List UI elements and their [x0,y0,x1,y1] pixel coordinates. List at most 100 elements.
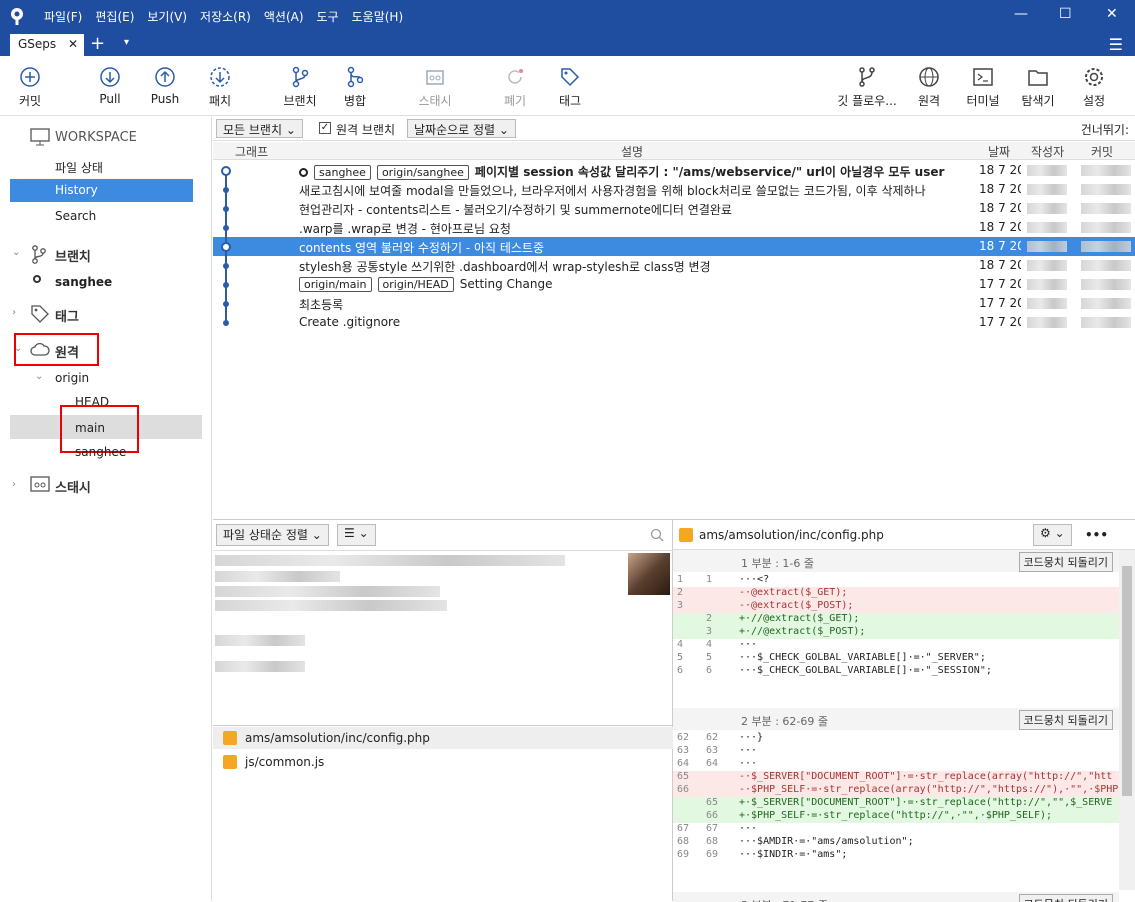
close-button[interactable]: ✕ [1106,6,1118,22]
commit-row[interactable]: 최초등록 17 7 20 [213,294,1135,313]
commit-row[interactable]: contents 영역 불러와 수정하기 - 아직 테스트중 18 7 20 [213,237,1135,256]
remote-button[interactable]: 원격 [899,66,959,109]
diff-options-gear-icon[interactable]: ⚙ ⌄ [1033,524,1072,546]
tags-heading[interactable]: 태그 [55,306,79,325]
old-line-number: 65 [677,771,690,782]
maximize-button[interactable]: ☐ [1059,6,1072,22]
settings-button[interactable]: 설정 [1064,66,1124,109]
file-item[interactable]: js/common.js [213,751,673,773]
head-marker-icon [299,168,308,177]
branches-chevron-icon[interactable]: ⌄ [12,247,20,258]
diff-line-code: +·$_SERVER["DOCUMENT_ROOT"]·=·str_replac… [739,797,1113,808]
tab-close-icon[interactable]: ✕ [68,37,78,51]
commit-row[interactable]: 현업관리자 - contents리스트 - 불러오기/수정하기 및 summer… [213,199,1135,218]
file-item[interactable]: ams/amsolution/inc/config.php [213,727,673,749]
branches-heading[interactable]: 브랜치 [55,246,91,265]
new-tab-button[interactable]: + [90,33,105,54]
fetch-button[interactable]: 패치 [190,66,250,109]
commit-row[interactable]: Create .gitignore 17 7 20 [213,313,1135,332]
highlight-box-remotes [14,333,99,366]
diff-line: 4 4 ··· [673,639,1119,652]
minimize-button[interactable]: — [1014,6,1028,22]
push-button[interactable]: Push [135,66,195,106]
menu-edit[interactable]: 편집(E) [95,8,134,25]
modified-file-icon [223,755,237,769]
merge-button[interactable]: 병합 [325,66,385,109]
branch-button[interactable]: 브랜치 [270,66,330,109]
commit-row[interactable]: sanghee origin/sanghee 페이지별 session 속성값 달리… [213,161,1135,180]
commit-row[interactable]: origin/main origin/HEAD Setting Change 17 7… [213,275,1135,294]
new-line-number: 5 [706,652,713,663]
more-options-icon[interactable]: ••• [1085,528,1108,542]
col-graph[interactable]: 그래프 [235,143,268,160]
col-author[interactable]: 작성자 [1031,143,1064,160]
avatar [628,553,670,595]
vertical-scrollbar[interactable] [1119,550,1135,890]
sidebar-item-history[interactable]: History [10,179,193,202]
sidebar-item-file-status[interactable]: 파일 상태 [55,159,103,176]
view-mode-dropdown[interactable]: ☰ ⌄ [337,524,376,546]
col-date[interactable]: 날짜 [988,143,1010,160]
diff-line-code: ···<? [739,574,770,585]
terminal-button[interactable]: 터미널 [953,66,1013,109]
tag-button[interactable]: 태그 [540,66,600,109]
new-line-number: 4 [706,639,713,650]
file-sort-dropdown[interactable]: 파일 상태순 정렬 ⌄ [216,524,329,546]
discard-button[interactable]: 폐기 [485,66,545,109]
explorer-button[interactable]: 탐색기 [1008,66,1068,109]
hamburger-menu-icon[interactable]: ☰ [1109,35,1123,54]
sort-dropdown[interactable]: 날짜순으로 정렬 ⌄ [407,119,516,138]
tags-chevron-icon[interactable]: › [12,307,16,318]
sidebar-item-branch-sanghee[interactable]: sanghee [55,275,112,289]
commit-description: 새로고침시에 보여줄 modal을 만들었으나, 브라우저에서 사용자경험을 위… [299,182,965,199]
menu-action[interactable]: 액션(A) [264,8,304,25]
col-desc[interactable]: 설명 [621,143,643,160]
menu-help[interactable]: 도움말(H) [352,8,404,25]
revert-hunk-button[interactable]: 코드뭉치 되돌리기 [1018,552,1113,572]
redacted-value [1081,222,1131,233]
branch-badge[interactable]: origin/main [299,277,372,292]
revert-hunk-button[interactable]: 코드뭉치 되돌리기 [1018,710,1113,730]
old-line-number: 1 [677,574,684,585]
remote-branch-label: 원격 브랜치 [336,123,396,137]
diff-line: 2 -·@extract($_GET); [673,587,1119,600]
discard-icon [508,69,523,84]
branches-filter-dropdown[interactable]: 모든 브랜치 ⌄ [216,119,303,138]
redacted-value [1027,279,1067,290]
search-icon[interactable] [650,528,664,542]
commit-row[interactable]: stylesh용 공통style 쓰기위한 .dashboard에서 wrap-… [213,256,1135,275]
branch-badge[interactable]: sanghee [314,165,371,180]
stash-button[interactable]: 스태시 [405,66,465,109]
branch-badge[interactable]: origin/HEAD [377,277,454,292]
stashes-heading[interactable]: 스태시 [55,477,91,496]
col-commit[interactable]: 커밋 [1091,143,1113,160]
sidebar-item-origin[interactable]: origin [55,371,89,385]
branch-badge[interactable]: origin/sanghee [376,165,469,180]
scrollbar-thumb[interactable] [1122,566,1132,796]
commit-description: Create .gitignore [299,315,965,329]
pull-button[interactable]: Pull [80,66,140,106]
commit-description: contents 영역 불러와 수정하기 - 아직 테스트중 [299,239,965,256]
commit-row[interactable]: 새로고침시에 보여줄 modal을 만들었으나, 브라우저에서 사용자경험을 위… [213,180,1135,199]
menu-view[interactable]: 보기(V) [147,8,187,25]
sidebar-item-search[interactable]: Search [55,209,96,223]
diff-line: 63 63 ··· [673,745,1119,758]
sidebar-item-remote-sanghee[interactable]: sanghee [75,445,126,459]
tab-dropdown-icon[interactable]: ▾ [124,37,129,48]
graph-node-head[interactable] [221,166,231,176]
tab-gseps[interactable]: GSeps ✕ [10,34,84,56]
remote-branch-checkbox[interactable]: ✓ [319,122,331,134]
origin-chevron-icon[interactable]: ⌄ [35,371,43,382]
gitflow-button[interactable]: 깃 플로우... [832,66,902,109]
menu-file[interactable]: 파일(F) [44,8,82,25]
commit-row[interactable]: .warp를 .wrap로 변경 - 현아프로님 요청 18 7 20 [213,218,1135,237]
menu-tools[interactable]: 도구 [317,8,339,25]
commit-date: 18 7 20 [979,239,1021,253]
menu-repository[interactable]: 저장소(R) [200,8,251,25]
old-line-number: 2 [677,587,684,598]
files-divider [213,725,673,726]
commit-button[interactable]: 커밋 [0,66,60,109]
new-line-number: 2 [706,613,713,624]
stashes-chevron-icon[interactable]: › [12,479,16,490]
diff-line: 65 -·$_SERVER["DOCUMENT_ROOT"]·=·str_repl… [673,771,1119,784]
